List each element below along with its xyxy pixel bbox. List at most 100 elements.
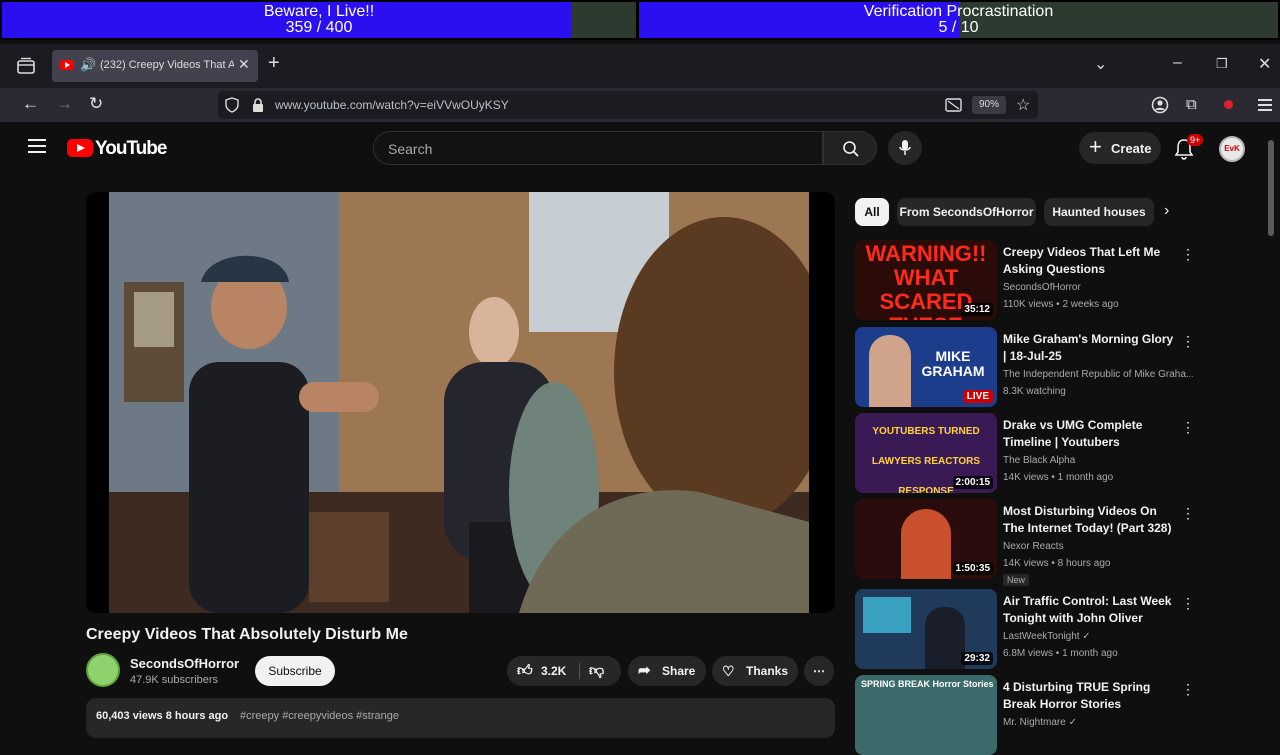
figure-image <box>901 509 951 579</box>
chip-haunted-houses[interactable]: Haunted houses <box>1044 198 1154 226</box>
video-title: Creepy Videos That Absolutely Disturb Me <box>86 626 408 643</box>
address-bar[interactable]: www.youtube.com/watch?v=eiVVwOUyKSY 90% … <box>218 91 1038 119</box>
restore-icon[interactable]: ❐ <box>1216 56 1228 72</box>
thumbnail-text: MIKE GRAHAM <box>921 348 985 379</box>
description-box[interactable]: 60,403 views 8 hours ago #creepy #creepy… <box>86 698 835 738</box>
user-avatar[interactable]: EvK <box>1219 136 1245 162</box>
search-input[interactable]: Search <box>373 131 823 165</box>
browser-nav-bar: ← → ↻ www.youtube.com/watch?v=eiVVwOUyKS… <box>0 88 1280 122</box>
channel-avatar[interactable] <box>86 653 120 687</box>
recommendation-channel[interactable]: LastWeekTonight ✓ <box>1003 631 1193 642</box>
goal-count-1: 359 / 400 <box>285 19 353 36</box>
lock-icon[interactable] <box>251 97 265 113</box>
minimize-icon[interactable]: – <box>1173 54 1182 72</box>
like-count[interactable]: 3.2K <box>541 656 566 686</box>
chip-all[interactable]: All <box>855 198 889 226</box>
guide-menu-icon[interactable] <box>28 139 46 153</box>
reload-icon[interactable]: ↻ <box>89 94 103 114</box>
chevron-right-icon[interactable]: › <box>1164 202 1169 220</box>
back-icon[interactable]: ← <box>22 94 39 114</box>
recommendation-channel[interactable]: SecondsOfHorror <box>1003 282 1193 293</box>
new-tab-icon[interactable]: + <box>268 52 280 75</box>
recommendation-item[interactable]: YOUTUBERS TURNED LAWYERS REACTORS RESPON… <box>855 413 1195 493</box>
page-scrollbar[interactable] <box>1268 140 1274 236</box>
recommendation-thumbnail[interactable]: SPRING BREAK Horror Stories <box>855 675 997 755</box>
channel-name[interactable]: SecondsOfHorror <box>130 656 239 671</box>
search-placeholder: Search <box>388 141 433 157</box>
close-window-icon[interactable]: ✕ <box>1258 54 1271 74</box>
recommendation-title[interactable]: Most Disturbing Videos On The Internet T… <box>1003 503 1179 537</box>
thumbnail-text: SPRING BREAK Horror Stories <box>861 679 994 689</box>
thanks-label: Thanks <box>746 664 789 678</box>
goal-count-2: 5 / 10 <box>938 19 979 36</box>
recommendation-thumbnail[interactable]: 29:32 <box>855 589 997 669</box>
dislike-icon[interactable]: 👎︎ <box>589 656 604 686</box>
video-frame <box>109 192 809 613</box>
more-vertical-icon[interactable]: ⋮ <box>1181 333 1195 350</box>
create-button[interactable]: + Create <box>1079 132 1161 164</box>
recommendation-channel[interactable]: Nexor Reacts <box>1003 541 1193 552</box>
recommendation-thumbnail[interactable]: 1:50:35 <box>855 499 997 579</box>
notification-count-badge: 9+ <box>1187 134 1204 146</box>
recommendation-title[interactable]: Air Traffic Control: Last Week Tonight w… <box>1003 593 1179 627</box>
recommendation-thumbnail[interactable]: MIKE GRAHAM LIVE <box>855 327 997 407</box>
recommendation-thumbnail[interactable]: YOUTUBERS TURNED LAWYERS REACTORS RESPON… <box>855 413 997 493</box>
account-icon[interactable] <box>1151 96 1169 114</box>
recommendation-item[interactable]: 1:50:35 Most Disturbing Videos On The In… <box>855 499 1195 586</box>
youtube-header: YouTube Search + Create 9+ EvK <box>6 122 1274 174</box>
recommendation-meta: 14K views • 8 hours ago <box>1003 558 1111 569</box>
more-vertical-icon[interactable]: ⋮ <box>1181 505 1195 522</box>
close-tab-icon[interactable]: ✕ <box>238 56 250 73</box>
picture-in-picture-icon[interactable] <box>945 97 962 113</box>
graphic-image <box>863 597 911 633</box>
chevron-down-icon[interactable]: ⌄ <box>1094 54 1107 74</box>
more-vertical-icon[interactable]: ⋮ <box>1181 681 1195 698</box>
chip-from-channel[interactable]: From SecondsOfHorror <box>897 198 1036 226</box>
tab-list-icon[interactable] <box>14 56 38 76</box>
hashtags[interactable]: #creepy #creepyvideos #strange <box>240 710 399 722</box>
duration-badge: 35:12 <box>961 303 993 316</box>
recommendation-title[interactable]: Mike Graham's Morning Glory | 18-Jul-25 <box>1003 331 1179 365</box>
video-player[interactable] <box>86 192 835 613</box>
share-button[interactable]: ➦ Share <box>628 656 706 686</box>
thanks-button[interactable]: ♡ Thanks <box>712 656 798 686</box>
thanks-heart-icon: ♡ <box>722 663 735 679</box>
stream-overlay: Beware, I Live!! 359 / 400 Verification … <box>0 0 1280 40</box>
goal-progress-bar-1: Beware, I Live!! 359 / 400 <box>2 2 636 38</box>
recommendation-channel[interactable]: The Independent Republic of Mike Graha..… <box>1003 369 1193 380</box>
recommendation-thumbnail[interactable]: WARNING!! WHAT SCARED THESE PEOPLE?! CAU… <box>855 240 997 320</box>
more-vertical-icon[interactable]: ⋮ <box>1181 246 1195 263</box>
zoom-level[interactable]: 90% <box>972 96 1006 114</box>
recommendation-item[interactable]: 29:32 Air Traffic Control: Last Week Ton… <box>855 589 1195 669</box>
subscribe-button[interactable]: Subscribe <box>255 656 335 686</box>
recommendation-title[interactable]: 4 Disturbing TRUE Spring Break Horror St… <box>1003 679 1179 713</box>
more-vertical-icon[interactable]: ⋮ <box>1181 419 1195 436</box>
browser-tab-active[interactable]: 🔊 (232) Creepy Videos That A ✕ <box>52 50 258 82</box>
shield-icon[interactable] <box>224 97 240 113</box>
goal-title-2: Verification Procrastination <box>863 3 1054 20</box>
host-image <box>925 607 965 669</box>
speaker-icon[interactable]: 🔊 <box>80 57 96 73</box>
bookmark-star-icon[interactable]: ☆ <box>1016 95 1030 115</box>
extensions-icon[interactable]: ⧉ <box>1186 96 1197 113</box>
recommendation-meta: 110K views • 2 weeks ago <box>1003 299 1119 310</box>
like-dislike-group: 👍︎ 3.2K 👎︎ <box>507 656 621 686</box>
search-button[interactable] <box>823 131 877 165</box>
create-label: Create <box>1111 141 1152 156</box>
extension-red-icon[interactable] <box>1224 100 1233 109</box>
like-icon[interactable]: 👍︎ <box>517 656 533 686</box>
presenter-image <box>869 335 911 407</box>
voice-search-button[interactable] <box>888 131 922 165</box>
recommendation-channel[interactable]: The Black Alpha <box>1003 455 1193 466</box>
forward-icon[interactable]: → <box>56 94 73 114</box>
more-actions-button[interactable]: ⋯ <box>804 656 834 686</box>
menu-icon[interactable] <box>1258 99 1272 111</box>
view-count-date: 60,403 views 8 hours ago <box>96 710 229 722</box>
recommendation-item[interactable]: MIKE GRAHAM LIVE Mike Graham's Morning G… <box>855 327 1195 407</box>
more-vertical-icon[interactable]: ⋮ <box>1181 595 1195 612</box>
recommendation-title[interactable]: Drake vs UMG Complete Timeline | Youtube… <box>1003 417 1179 451</box>
recommendation-title[interactable]: Creepy Videos That Left Me Asking Questi… <box>1003 244 1179 278</box>
recommendation-item[interactable]: SPRING BREAK Horror Stories 4 Disturbing… <box>855 675 1195 755</box>
recommendation-item[interactable]: WARNING!! WHAT SCARED THESE PEOPLE?! CAU… <box>855 240 1195 320</box>
recommendation-channel[interactable]: Mr. Nightmare ✓ <box>1003 717 1193 728</box>
